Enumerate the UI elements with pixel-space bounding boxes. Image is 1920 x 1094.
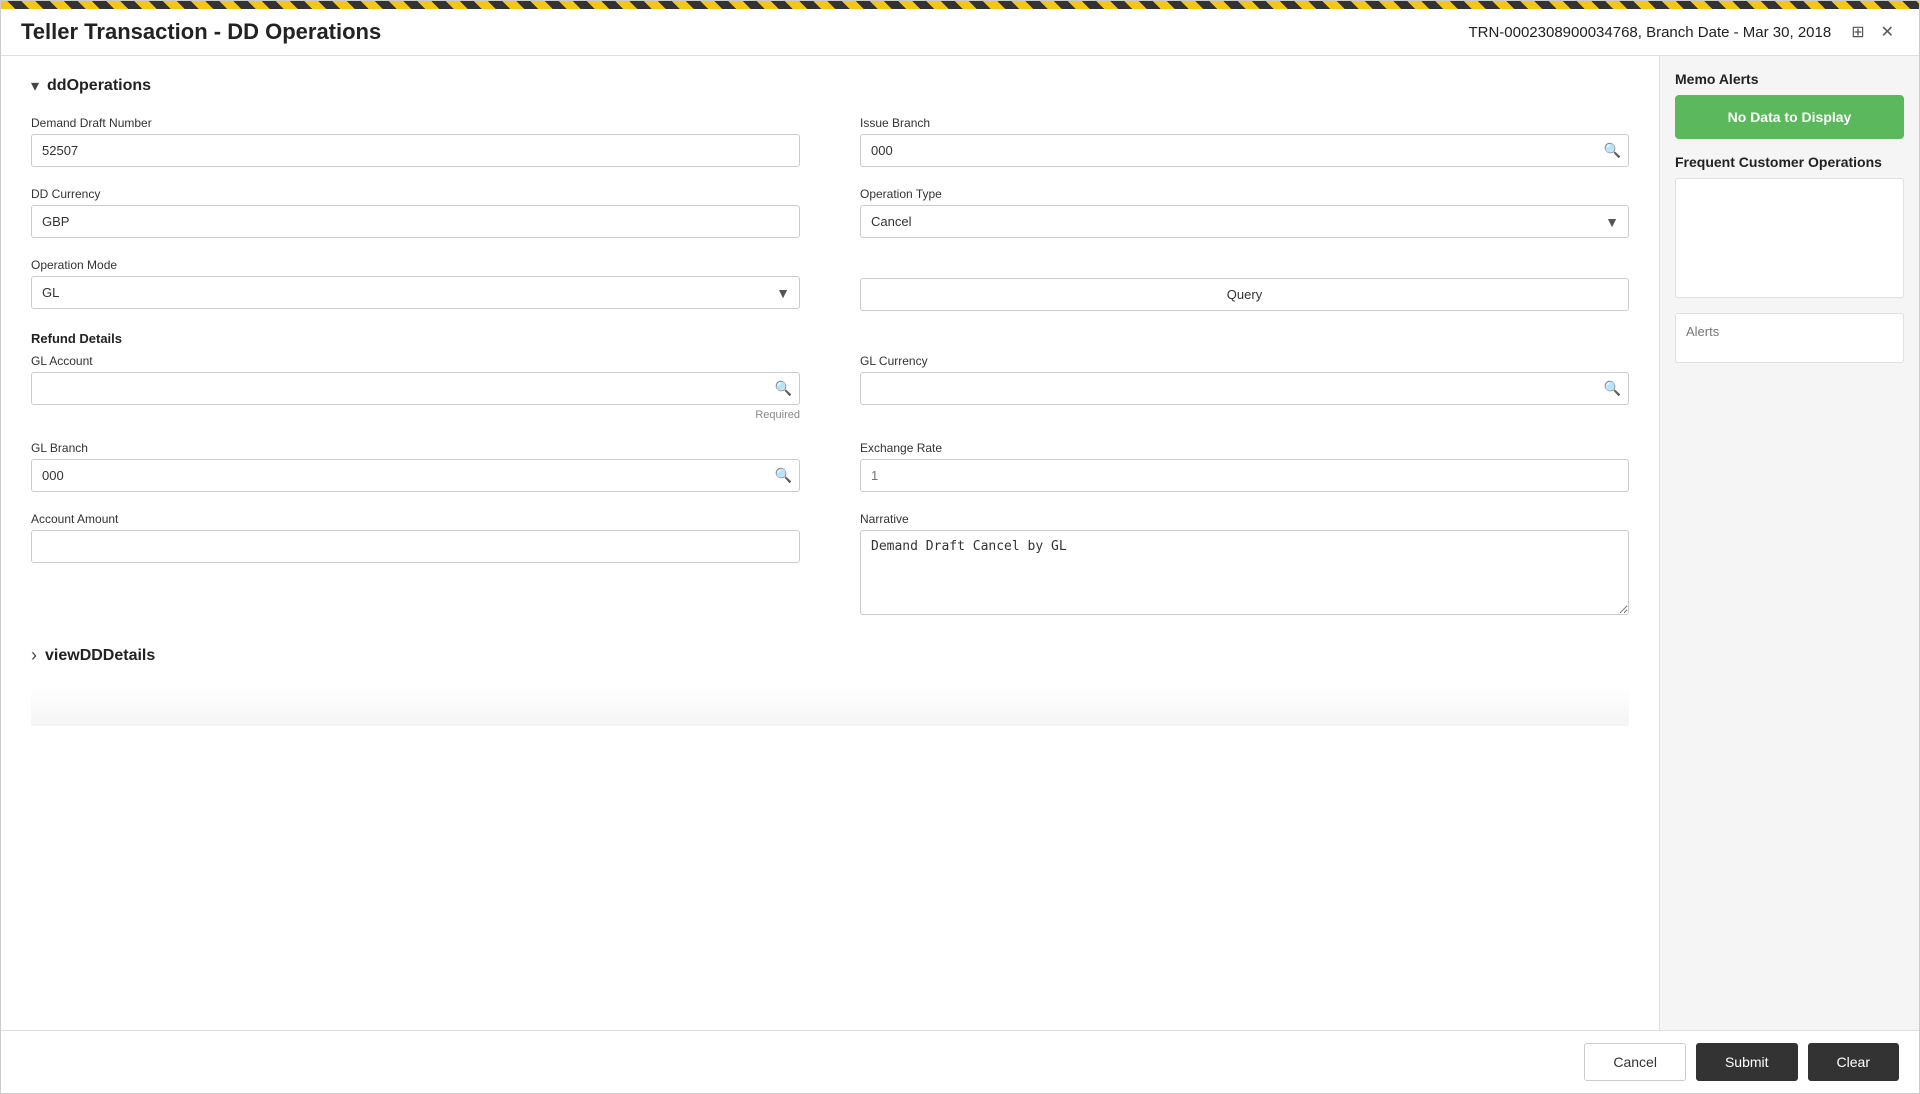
operation-type-wrap: Cancel Duplicate Revalidate ▼ (860, 205, 1629, 238)
hazard-stripe (1, 1, 1919, 9)
alerts-box: Alerts (1675, 313, 1904, 363)
title-actions: ⊞ ✕ (1846, 20, 1899, 44)
demand-draft-number-input[interactable] (31, 134, 800, 167)
gl-branch-field: GL Branch 🔍 (31, 441, 800, 492)
view-dd-details-section: › viewDDDetails (31, 645, 1629, 666)
form-row-3: Operation Mode GL Cash Account ▼ Query (31, 258, 1629, 311)
issue-branch-wrap: 🔍 (860, 134, 1629, 167)
exchange-rate-label: Exchange Rate (860, 441, 1629, 455)
exchange-rate-input[interactable] (860, 459, 1629, 492)
operation-mode-field: Operation Mode GL Cash Account ▼ (31, 258, 800, 311)
refund-details-heading-wrap: Refund Details (31, 331, 1629, 346)
dd-currency-label: DD Currency (31, 187, 800, 201)
view-dd-collapse-icon[interactable]: › (31, 645, 37, 666)
frequent-ops-content (1675, 178, 1904, 298)
demand-draft-number-wrap (31, 134, 800, 167)
gl-currency-field: GL Currency 🔍 (860, 354, 1629, 421)
gl-account-search-icon[interactable]: 🔍 (775, 380, 792, 397)
dd-currency-input[interactable] (31, 205, 800, 238)
narrative-label: Narrative (860, 512, 1629, 526)
exchange-rate-field: Exchange Rate (860, 441, 1629, 492)
gl-account-wrap: 🔍 (31, 372, 800, 405)
main-window: Teller Transaction - DD Operations TRN-0… (0, 0, 1920, 1094)
clear-button[interactable]: Clear (1808, 1043, 1899, 1081)
issue-branch-input[interactable] (860, 134, 1629, 167)
gl-account-label: GL Account (31, 354, 800, 368)
bottom-fade (31, 686, 1629, 726)
view-dd-section-header: › viewDDDetails (31, 645, 1629, 666)
form-row-5: GL Branch 🔍 Exchange Rate (31, 441, 1629, 492)
exchange-rate-wrap (860, 459, 1629, 492)
section-title: ddOperations (47, 77, 151, 95)
form-row-2: DD Currency Operation Type Cancel Duplic… (31, 187, 1629, 238)
query-label-spacer (860, 258, 1629, 272)
account-amount-input[interactable] (31, 530, 800, 563)
form-row-6: Account Amount Narrative Demand Draft Ca… (31, 512, 1629, 615)
dd-currency-wrap (31, 205, 800, 238)
title-bar-right: TRN-0002308900034768, Branch Date - Mar … (1468, 20, 1899, 44)
gl-account-required: Required (31, 409, 800, 421)
view-dd-title: viewDDDetails (45, 647, 155, 665)
gl-account-input[interactable] (31, 372, 800, 405)
form-row-1: Demand Draft Number Issue Branch 🔍 (31, 116, 1629, 167)
query-field: Query (860, 258, 1629, 311)
issue-branch-field: Issue Branch 🔍 (860, 116, 1629, 167)
narrative-textarea[interactable]: Demand Draft Cancel by GL (860, 530, 1629, 615)
operation-type-field: Operation Type Cancel Duplicate Revalida… (860, 187, 1629, 238)
no-data-button[interactable]: No Data to Display (1675, 95, 1904, 139)
main-content: ▾ ddOperations Demand Draft Number Issue… (1, 56, 1919, 1030)
resize-button[interactable]: ⊞ (1846, 20, 1869, 44)
cancel-button[interactable]: Cancel (1584, 1043, 1686, 1081)
issue-branch-search-icon[interactable]: 🔍 (1604, 142, 1621, 159)
gl-currency-input[interactable] (860, 372, 1629, 405)
transaction-info: TRN-0002308900034768, Branch Date - Mar … (1468, 24, 1831, 41)
account-amount-field: Account Amount (31, 512, 800, 615)
operation-mode-wrap: GL Cash Account ▼ (31, 276, 800, 309)
operation-mode-label: Operation Mode (31, 258, 800, 272)
gl-branch-input[interactable] (31, 459, 800, 492)
alerts-section: Alerts (1675, 313, 1904, 363)
account-amount-wrap (31, 530, 800, 563)
refund-details-label: Refund Details (31, 331, 1629, 346)
gl-currency-label: GL Currency (860, 354, 1629, 368)
gl-branch-label: GL Branch (31, 441, 800, 455)
dd-currency-field: DD Currency (31, 187, 800, 238)
frequent-ops-title: Frequent Customer Operations (1675, 154, 1904, 170)
frequent-ops-section: Frequent Customer Operations (1675, 154, 1904, 298)
operation-type-select[interactable]: Cancel Duplicate Revalidate (860, 205, 1629, 238)
close-button[interactable]: ✕ (1876, 20, 1899, 44)
memo-alerts-section: Memo Alerts No Data to Display (1675, 71, 1904, 139)
demand-draft-number-label: Demand Draft Number (31, 116, 800, 130)
dd-operations-section-header: ▾ ddOperations (31, 76, 1629, 96)
operation-mode-select[interactable]: GL Cash Account (31, 276, 800, 309)
form-row-4: GL Account 🔍 Required GL Currency 🔍 (31, 354, 1629, 421)
title-bar: Teller Transaction - DD Operations TRN-0… (1, 9, 1919, 56)
issue-branch-label: Issue Branch (860, 116, 1629, 130)
operation-type-label: Operation Type (860, 187, 1629, 201)
form-area: ▾ ddOperations Demand Draft Number Issue… (1, 56, 1659, 1030)
gl-branch-wrap: 🔍 (31, 459, 800, 492)
sidebar: Memo Alerts No Data to Display Frequent … (1659, 56, 1919, 1030)
alerts-label: Alerts (1686, 324, 1719, 339)
query-button[interactable]: Query (860, 278, 1629, 311)
account-amount-label: Account Amount (31, 512, 800, 526)
memo-alerts-title: Memo Alerts (1675, 71, 1904, 87)
collapse-icon[interactable]: ▾ (31, 76, 39, 96)
window-title: Teller Transaction - DD Operations (21, 19, 381, 45)
gl-currency-wrap: 🔍 (860, 372, 1629, 405)
action-bar: Cancel Submit Clear (1, 1030, 1919, 1093)
gl-branch-search-icon[interactable]: 🔍 (775, 467, 792, 484)
gl-account-field: GL Account 🔍 Required (31, 354, 800, 421)
demand-draft-number-field: Demand Draft Number (31, 116, 800, 167)
gl-currency-search-icon[interactable]: 🔍 (1604, 380, 1621, 397)
submit-button[interactable]: Submit (1696, 1043, 1798, 1081)
narrative-field: Narrative Demand Draft Cancel by GL (860, 512, 1629, 615)
